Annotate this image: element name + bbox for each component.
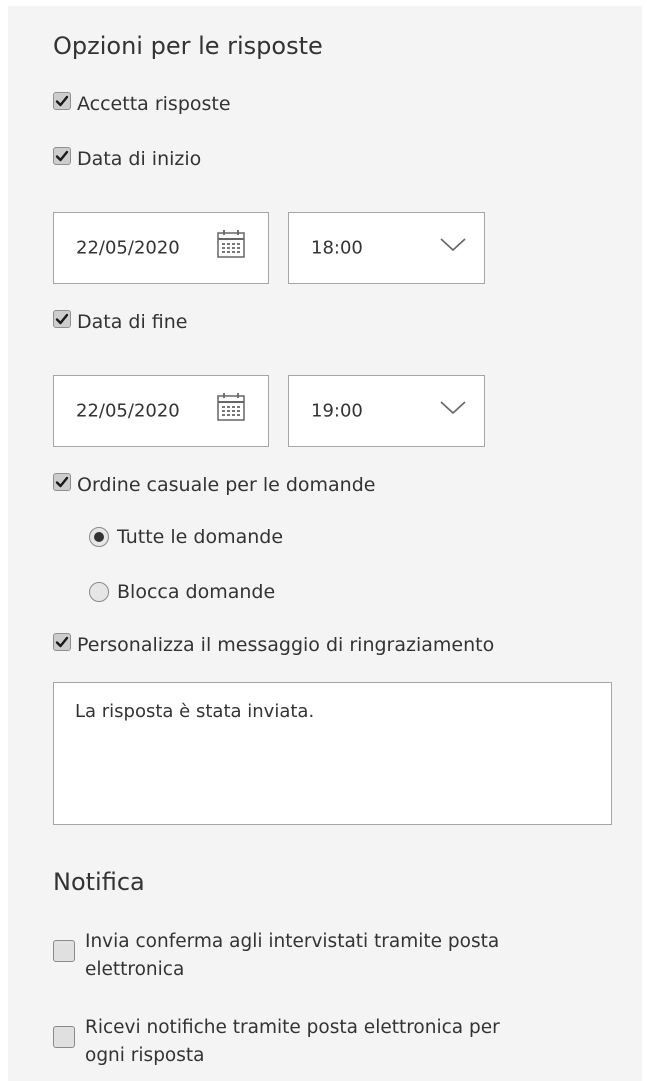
radio-lock-questions[interactable]: Blocca domande (89, 581, 275, 603)
start-date-input[interactable]: 22/05/2020 (53, 212, 269, 284)
end-date-input[interactable]: 22/05/2020 (53, 375, 269, 447)
shuffle-questions-checkbox[interactable]: Ordine casuale per le domande (53, 471, 375, 499)
end-date-value: 22/05/2020 (76, 400, 180, 422)
checkbox-unchecked-icon (53, 1026, 75, 1048)
check-icon (53, 473, 71, 491)
end-date-label: Data di fine (77, 311, 188, 333)
radio-lock-questions-label: Blocca domande (117, 581, 276, 603)
radio-all-questions[interactable]: Tutte le domande (89, 526, 283, 548)
start-time-select[interactable]: 18:00 (288, 212, 485, 284)
notification-heading: Notifica (53, 868, 145, 896)
radio-all-questions-label: Tutte le domande (117, 526, 284, 548)
email-notify-label-line1: Ricevi notifiche tramite posta elettroni… (85, 1017, 500, 1038)
email-notify-label-line2: ogni risposta (85, 1045, 205, 1066)
calendar-icon[interactable] (216, 229, 246, 259)
end-time-select[interactable]: 19:00 (288, 375, 485, 447)
chevron-down-icon (440, 238, 466, 252)
send-receipt-label-line2: elettronica (85, 959, 185, 980)
send-receipt-checkbox[interactable]: Invia conferma agli intervistati tramite… (53, 928, 499, 984)
custom-thank-you-checkbox[interactable]: Personalizza il messaggio di ringraziame… (53, 631, 494, 659)
chevron-down-icon (440, 401, 466, 415)
radio-unselected-icon (89, 582, 109, 602)
accept-responses-label: Accetta risposte (77, 93, 231, 115)
shuffle-questions-label: Ordine casuale per le domande (77, 474, 376, 496)
start-date-label: Data di inizio (77, 148, 202, 170)
response-options-heading: Opzioni per le risposte (53, 32, 323, 60)
start-time-value: 18:00 (311, 237, 363, 259)
start-date-checkbox[interactable]: Data di inizio (53, 145, 201, 173)
check-icon (53, 633, 71, 651)
end-date-checkbox[interactable]: Data di fine (53, 308, 187, 336)
check-icon (53, 92, 71, 110)
send-receipt-label-line1: Invia conferma agli intervistati tramite… (85, 931, 500, 952)
check-icon (53, 147, 71, 165)
start-date-value: 22/05/2020 (76, 237, 180, 259)
end-time-value: 19:00 (311, 400, 363, 422)
check-icon (53, 310, 71, 328)
radio-selected-icon (89, 527, 109, 547)
thank-you-message-textarea[interactable]: La risposta è stata inviata. (53, 682, 612, 825)
accept-responses-checkbox[interactable]: Accetta risposte (53, 90, 231, 118)
email-notify-checkbox[interactable]: Ricevi notifiche tramite posta elettroni… (53, 1014, 500, 1070)
calendar-icon[interactable] (216, 392, 246, 422)
custom-thank-you-label: Personalizza il messaggio di ringraziame… (77, 634, 495, 656)
checkbox-unchecked-icon (53, 940, 75, 962)
